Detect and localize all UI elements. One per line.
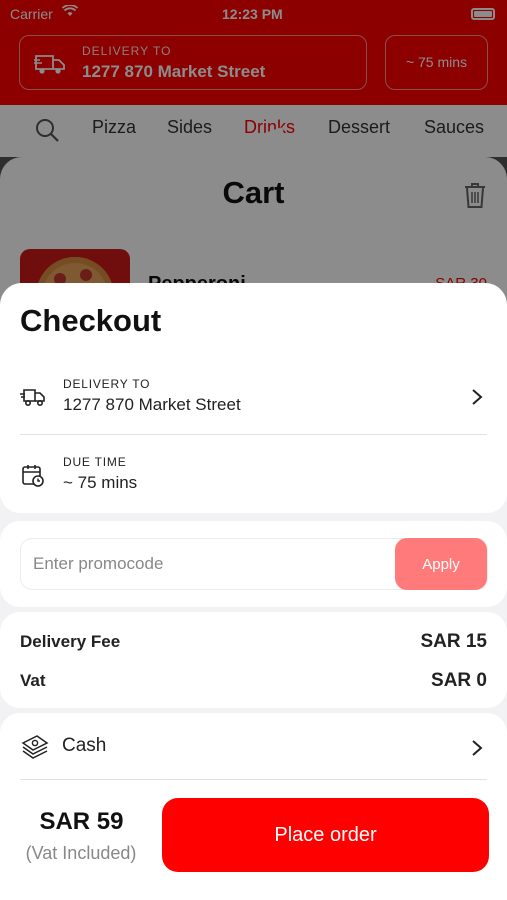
order-total: SAR 59 — [39, 808, 124, 835]
delivery-fee-label: Delivery Fee — [20, 632, 121, 651]
delivery-fee-value: SAR 15 — [420, 631, 487, 652]
fees-panel: Delivery Fee SAR 15 Vat SAR 0 — [0, 612, 507, 708]
checkout-details-panel: Checkout DELIVERY TO 1277 870 Market Str… — [0, 283, 507, 513]
divider — [20, 434, 487, 435]
delivery-address: 1277 870 Market Street — [63, 395, 241, 414]
payment-method-label: Cash — [62, 735, 107, 756]
divider — [20, 779, 487, 780]
chevron-right-icon — [472, 740, 483, 756]
promo-panel: Apply — [0, 521, 507, 607]
checkout-title: Checkout — [20, 303, 162, 338]
calendar-clock-icon — [22, 465, 44, 487]
delivery-to-label: DELIVERY TO — [63, 377, 151, 391]
vat-included-note: (Vat Included) — [25, 843, 137, 863]
truck-icon — [20, 389, 45, 406]
due-time-value: ~ 75 mins — [63, 473, 138, 492]
cash-icon — [21, 735, 49, 759]
vat-label: Vat — [20, 671, 46, 690]
due-time-label: DUE TIME — [63, 455, 127, 469]
apply-promo-button[interactable]: Apply — [395, 538, 487, 590]
payment-panel: Cash SAR 59 (Vat Included) Place order — [0, 713, 507, 900]
chevron-right-icon — [472, 389, 483, 405]
promocode-input[interactable] — [33, 539, 393, 589]
vat-value: SAR 0 — [431, 670, 487, 691]
checkout-sheet: Checkout DELIVERY TO 1277 870 Market Str… — [0, 283, 507, 900]
place-order-button[interactable]: Place order — [162, 798, 489, 872]
promo-box: Apply — [20, 538, 488, 590]
